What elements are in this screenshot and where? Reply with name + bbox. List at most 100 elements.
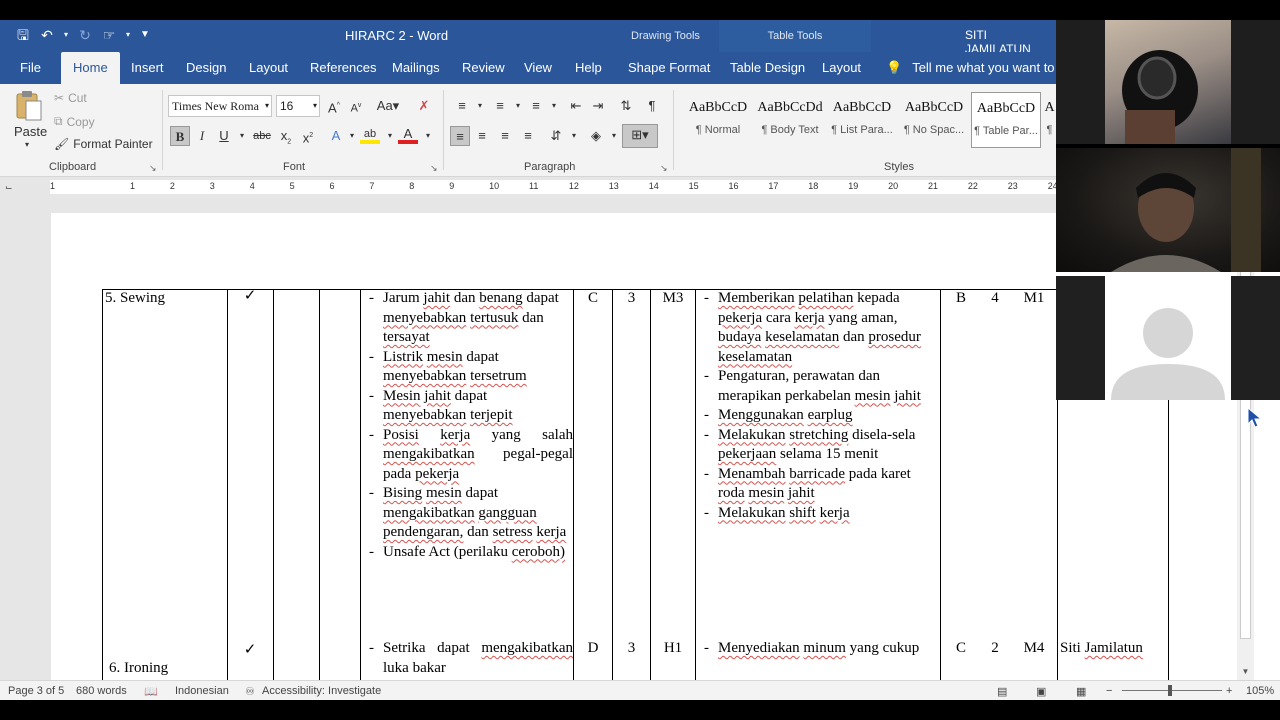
page-indicator[interactable]: Page 3 of 5 [8,685,64,697]
numbering-dropdown-icon[interactable]: ▾ [508,96,528,116]
highlight-dropdown-icon[interactable]: ▾ [380,126,400,146]
tab-file[interactable]: File [20,52,41,84]
language[interactable]: Indonesian [175,685,229,697]
hazards-cell[interactable]: Jarum jahit dan benang dapat menyebabkan… [361,289,573,562]
severity-cell[interactable]: 3 [613,289,650,309]
accessibility-status[interactable]: Accessibility: Investigate [262,685,381,697]
risk-cell[interactable]: H1 [651,639,695,659]
zoom-slider[interactable] [1122,690,1222,691]
tab-review[interactable]: Review [462,52,505,84]
show-formatting-marks-icon[interactable]: ¶ [642,96,662,116]
tab-home[interactable]: Home [61,52,120,84]
zoom-slider-thumb[interactable] [1168,685,1172,696]
font-color-dropdown-icon[interactable]: ▾ [418,126,438,146]
video-tile-avatar[interactable] [1056,276,1280,400]
style-body-text[interactable]: AaBbCcDd ¶ Body Text [755,92,825,148]
font-color-icon[interactable]: A [398,126,418,144]
shading-icon[interactable]: ◈ [586,126,606,146]
zoom-in-icon[interactable]: + [1226,685,1232,697]
customize-qat-icon[interactable]: ▼ [138,26,152,44]
touch-mode-dropdown-icon[interactable]: ▾ [124,26,132,44]
highlight-icon[interactable]: ab [360,126,380,144]
likelihood-after-cell[interactable]: C [942,639,980,659]
copy-button[interactable]: ⧉ Copy [54,114,95,129]
pic-cell[interactable]: Siti Jamilatun [1060,639,1143,659]
borders-icon[interactable]: ⊞▾ [622,124,658,148]
font-size-combo[interactable]: 16 ▾ [276,95,320,117]
italic-button[interactable]: I [192,126,212,146]
align-left-icon[interactable]: ≡ [450,126,470,146]
severity-after-cell[interactable]: 4 [981,289,1009,309]
format-painter-button[interactable]: 🖌 Format Painter [54,137,153,151]
sort-icon[interactable]: ⇅ [616,96,636,116]
tab-mailings[interactable]: Mailings [392,52,440,84]
increase-indent-icon[interactable]: ⇥ [588,96,608,116]
proofing-icon[interactable]: 📖 [144,685,158,698]
paste-icon[interactable] [12,90,46,122]
word-count[interactable]: 680 words [76,685,127,697]
hazards-cell[interactable]: Setrika dapat mengakibatkan luka bakar [361,639,573,678]
save-icon[interactable]: 🖫 [14,26,32,44]
touch-mode-icon[interactable]: ☞ [100,26,118,44]
shrink-font-icon[interactable]: Av [346,96,366,116]
multilevel-dropdown-icon[interactable]: ▾ [544,96,564,116]
tab-design[interactable]: Design [186,52,226,84]
tab-view[interactable]: View [524,52,552,84]
severity-cell[interactable]: 3 [613,639,650,659]
paragraph-launcher-icon[interactable]: ↘ [660,163,668,174]
print-layout-icon[interactable]: ▣ [1036,685,1046,698]
tab-layout[interactable]: Layout [249,52,288,84]
video-tile-camera[interactable] [1056,20,1280,144]
align-right-icon[interactable]: ≡ [495,126,515,146]
document-area[interactable]: 5. Sewing ✓ Jarum jahit dan benang dapat… [0,197,1237,680]
bullets-icon[interactable]: ≡ [452,96,472,116]
tab-references[interactable]: References [310,52,376,84]
tab-shape-format[interactable]: Shape Format [628,52,710,84]
tab-selector-icon[interactable]: ⌙ [5,182,15,192]
style-no-spacing[interactable]: AaBbCcD ¶ No Spac... [899,92,969,148]
risk-cell[interactable]: M3 [651,289,695,309]
subscript-button[interactable]: x2 [276,126,296,146]
ruler[interactable]: ⌙ 1 1 2 3 4 5 6 7 8 9 10 11 12 13 14 15 16 17 18 19 20 21 22 23… [0,177,1058,197]
undo-icon[interactable]: ↶ [38,26,56,44]
clear-formatting-icon[interactable]: ✗ [414,96,434,116]
severity-after-cell[interactable]: 2 [981,639,1009,659]
bold-button[interactable]: B [170,126,190,146]
strikethrough-button[interactable]: abc [252,126,272,146]
style-more[interactable]: A ¶ [1043,92,1056,148]
tab-table-design[interactable]: Table Design [730,52,805,84]
style-normal[interactable]: AaBbCcD ¶ Normal [683,92,753,148]
controls-cell[interactable]: Menyediakan minum yang cukup [696,639,941,659]
paste-button[interactable]: Paste [14,124,47,139]
style-list-paragraph[interactable]: AaBbCcD ¶ List Para... [827,92,897,148]
cut-button[interactable]: ✂ Cut [54,91,87,105]
justify-icon[interactable]: ≡ [518,126,538,146]
line-spacing-dropdown-icon[interactable]: ▾ [564,126,584,146]
tell-me-box[interactable]: 💡 Tell me what you want to d [886,52,1056,84]
zoom-out-icon[interactable]: − [1106,685,1112,697]
grow-font-icon[interactable]: A^ [324,96,344,116]
likelihood-cell[interactable]: D [574,639,612,659]
line-spacing-icon[interactable]: ⇵ [546,126,566,146]
scroll-down-icon[interactable]: ▼ [1240,667,1251,678]
undo-dropdown-icon[interactable]: ▾ [62,26,70,44]
activity-cell[interactable]: 6. Ironing [109,659,168,679]
style-table-paragraph[interactable]: AaBbCcD ¶ Table Par... [971,92,1041,148]
font-family-combo[interactable]: Times New Roma ▾ [168,95,272,117]
risk-after-cell[interactable]: M4 [1010,639,1058,659]
bullets-dropdown-icon[interactable]: ▾ [470,96,490,116]
tab-insert[interactable]: Insert [131,52,164,84]
risk-after-cell[interactable]: M1 [1010,289,1058,309]
likelihood-after-cell[interactable]: B [942,289,980,309]
text-effects-dropdown-icon[interactable]: ▾ [342,126,362,146]
activity-cell[interactable]: 5. Sewing [105,289,165,309]
clipboard-launcher-icon[interactable]: ↘ [149,163,157,174]
redo-icon[interactable]: ↻ [76,26,94,44]
numbering-icon[interactable]: ≡ [490,96,510,116]
likelihood-cell[interactable]: C [574,289,612,309]
font-launcher-icon[interactable]: ↘ [430,163,438,174]
underline-button[interactable]: U [214,126,234,146]
paste-dropdown-icon[interactable]: ▾ [25,140,29,149]
read-mode-icon[interactable]: ▤ [997,685,1007,698]
zoom-level[interactable]: 105% [1246,685,1274,697]
